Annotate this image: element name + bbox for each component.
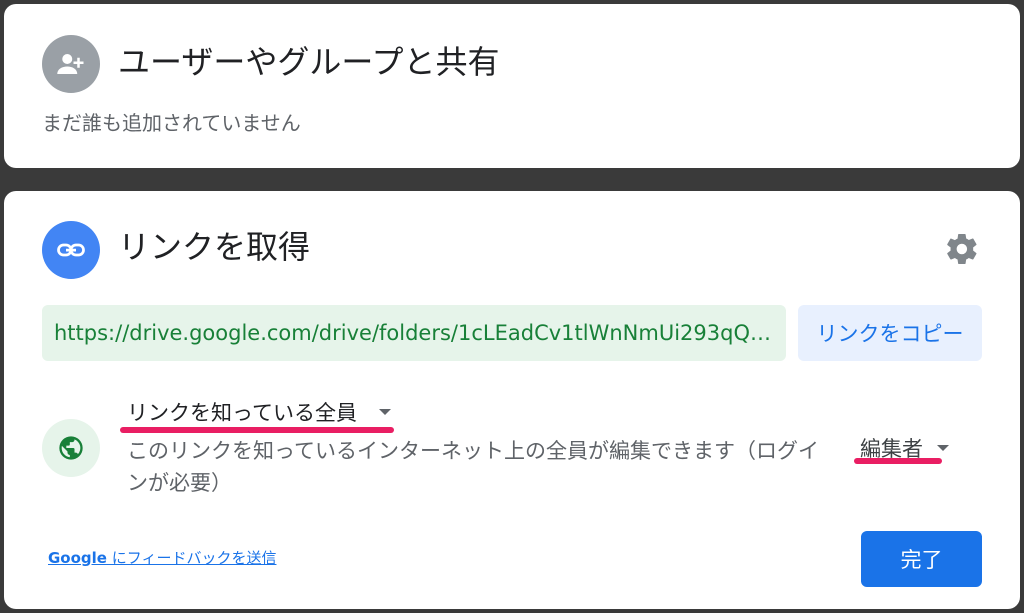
send-feedback-link[interactable]: Google にフィードバックを送信 xyxy=(48,547,276,568)
copy-link-button[interactable]: リンクをコピー xyxy=(798,305,982,361)
globe-icon xyxy=(42,419,100,477)
link-icon xyxy=(42,221,100,279)
chevron-down-icon[interactable] xyxy=(378,409,391,415)
share-with-people-card: ユーザーやグループと共有 まだ誰も追加されていません xyxy=(4,4,1020,168)
general-access-dropdown[interactable]: リンクを知っている全員 xyxy=(127,397,391,427)
gear-icon[interactable] xyxy=(944,231,980,267)
general-access-description: このリンクを知っているインターネット上の全員が編集できます（ログインが必要） xyxy=(127,439,819,495)
no-users-text: まだ誰も追加されていません xyxy=(42,111,301,135)
share-title: ユーザーやグループと共有 xyxy=(118,43,500,81)
feedback-brand[interactable]: Google xyxy=(48,549,107,567)
highlight-underline-access xyxy=(120,427,394,433)
link-url-text[interactable]: https://drive.google.com/drive/folders/1… xyxy=(54,321,774,345)
done-button[interactable]: 完了 xyxy=(861,531,982,587)
general-access-label[interactable]: リンクを知っている全員 xyxy=(127,397,357,427)
link-url-field[interactable]: https://drive.google.com/drive/folders/1… xyxy=(42,305,786,361)
get-link-title: リンクを取得 xyxy=(118,228,311,266)
chevron-down-icon[interactable] xyxy=(937,445,949,451)
get-link-card: リンクを取得 https://drive.google.com/drive/fo… xyxy=(4,191,1020,609)
highlight-underline-role xyxy=(854,458,942,464)
feedback-text[interactable]: にフィードバックを送信 xyxy=(107,549,277,567)
person-add-icon xyxy=(42,35,100,93)
